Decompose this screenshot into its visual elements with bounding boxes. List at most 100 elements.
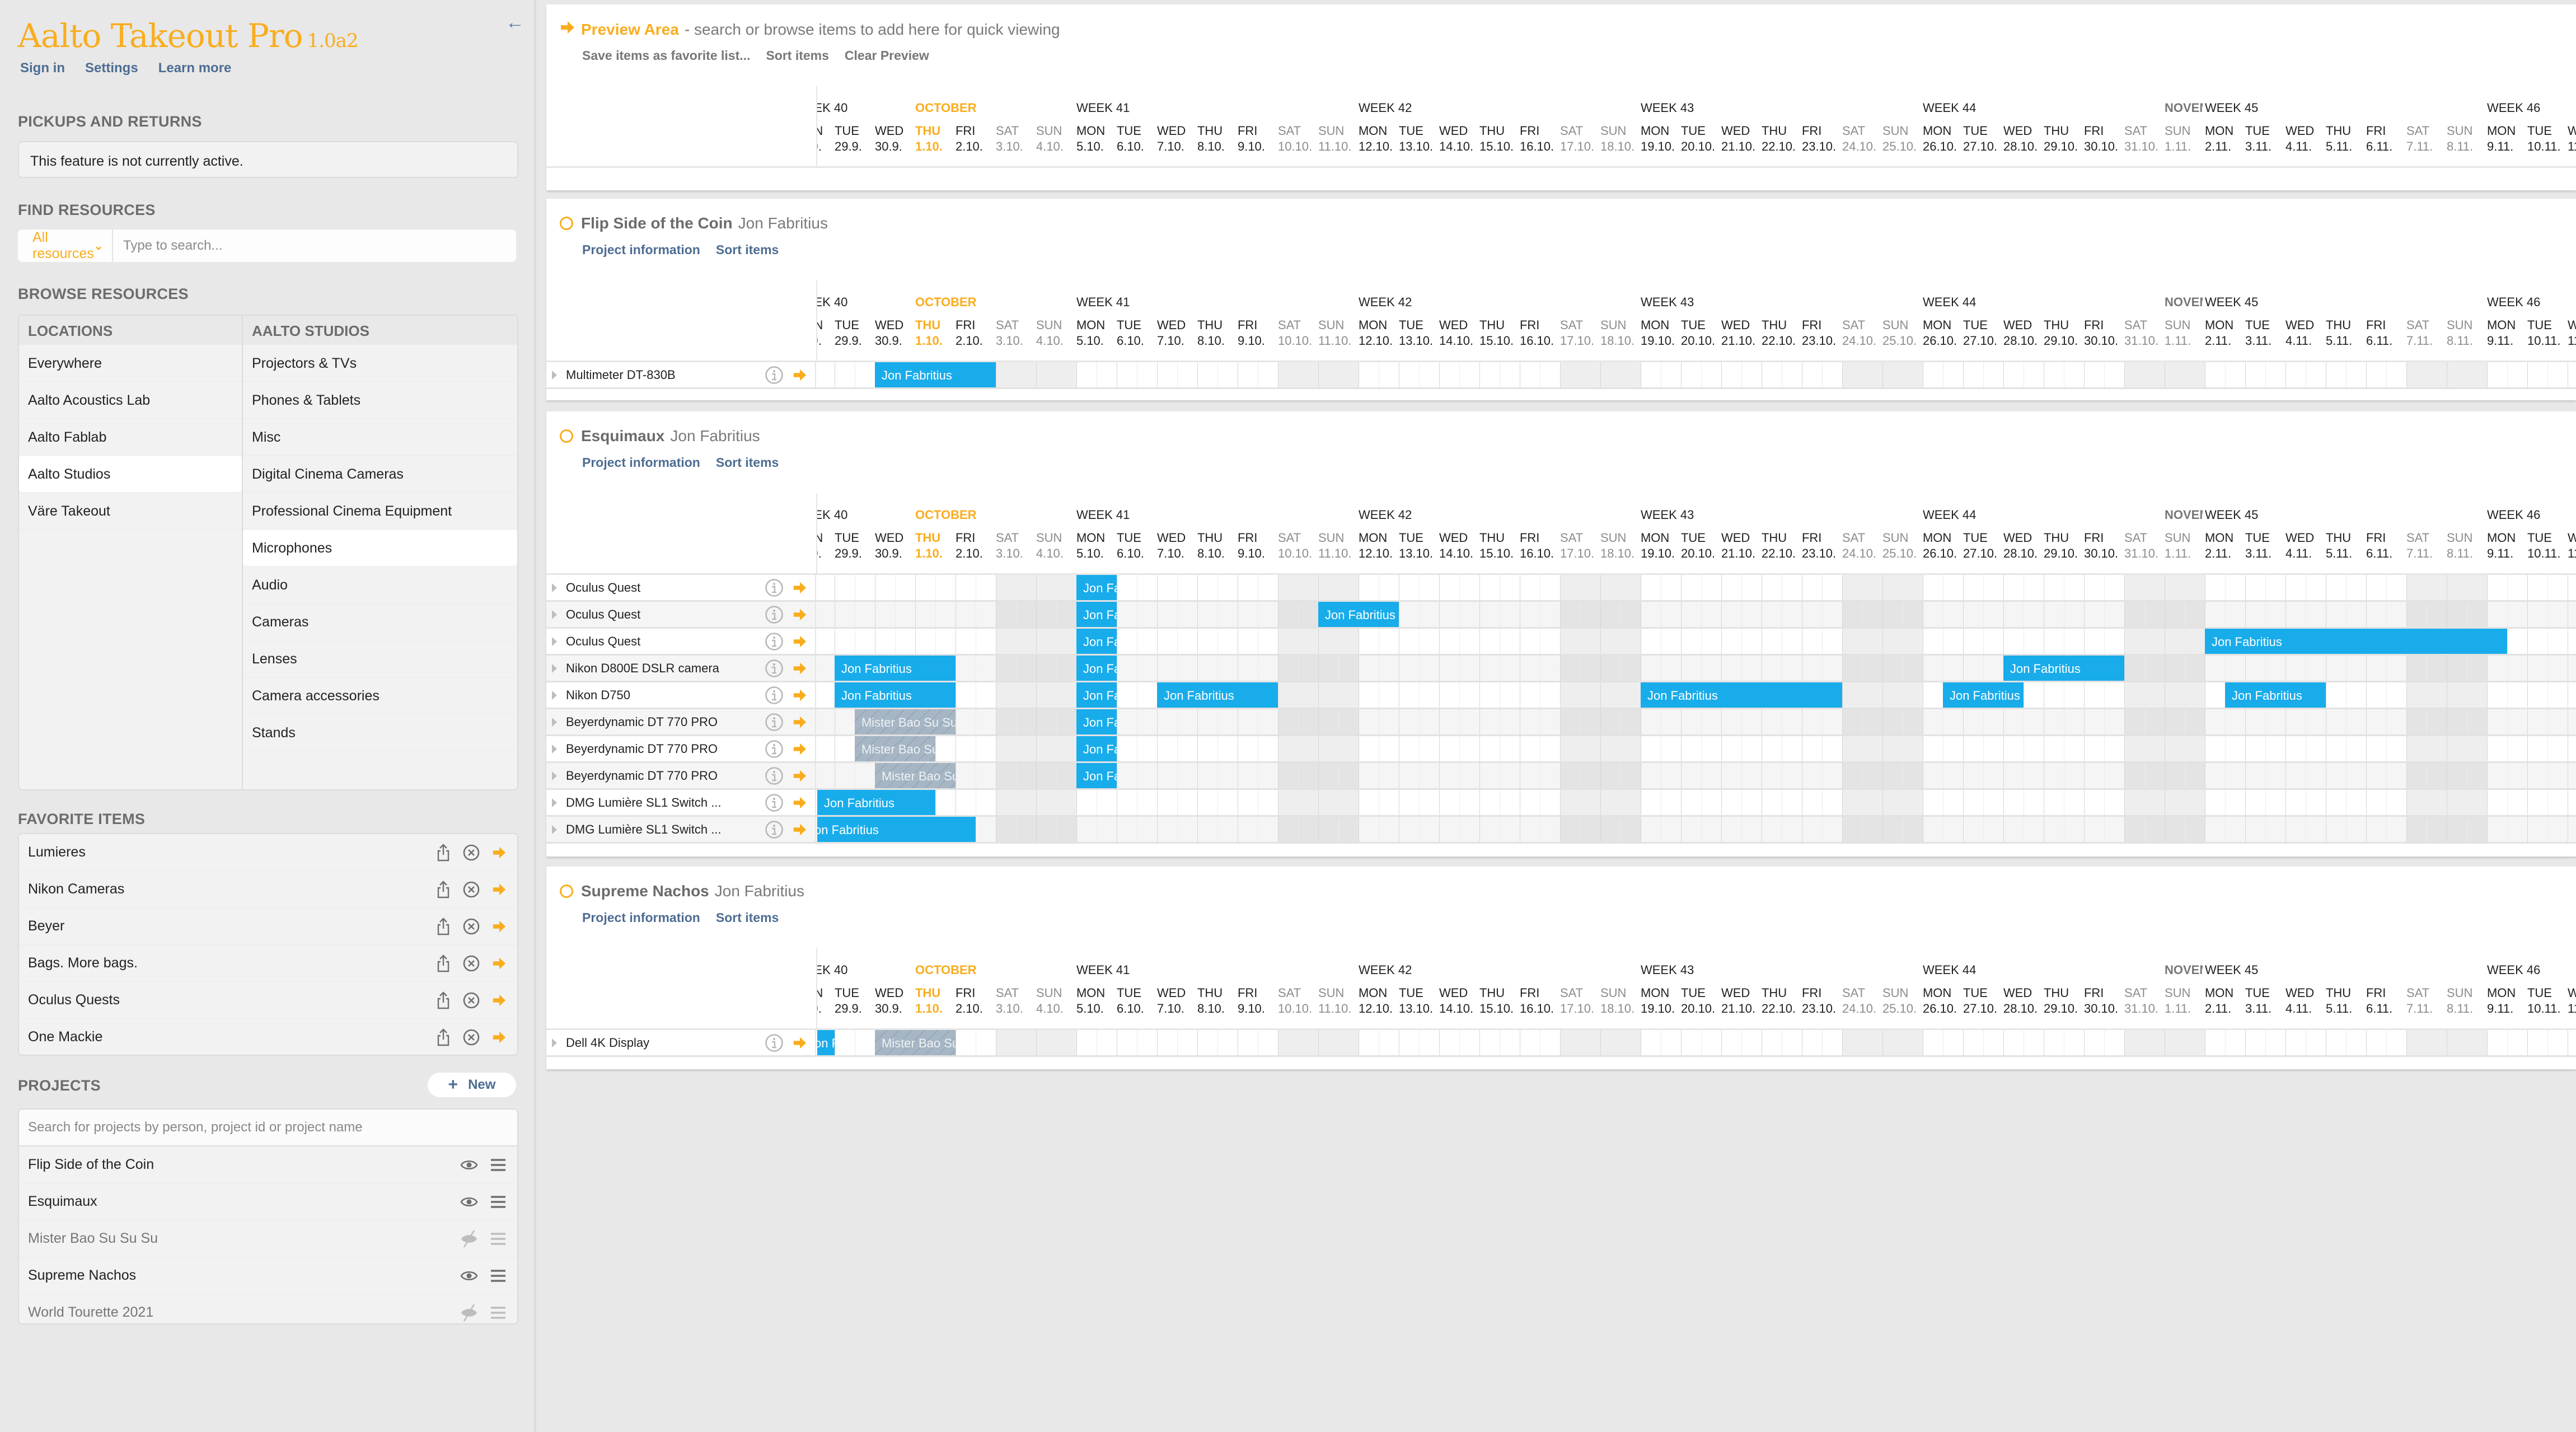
grid-cell[interactable] — [1781, 709, 1802, 734]
grid-cell[interactable] — [1136, 736, 1157, 761]
grid-cell[interactable] — [1257, 1030, 1278, 1055]
grid-cell[interactable] — [1418, 682, 1439, 708]
grid-cell[interactable] — [995, 575, 1016, 600]
grid-cell[interactable] — [1257, 575, 1278, 600]
grid-cell[interactable] — [2345, 790, 2366, 815]
grid-cell[interactable] — [1076, 817, 1097, 842]
grid-cell[interactable] — [2043, 575, 2064, 600]
booking-bar[interactable]: Jon Fabritius — [1076, 709, 1117, 734]
grid-cell[interactable] — [1217, 709, 1238, 734]
grid-cell[interactable] — [1761, 629, 1782, 654]
grid-cell[interactable] — [1156, 736, 1177, 761]
grid-cell[interactable] — [1499, 817, 1520, 842]
status-circle-icon[interactable] — [560, 217, 573, 230]
grid-cell[interactable] — [1237, 362, 1258, 387]
favorite-item-name[interactable]: One Mackie — [28, 1029, 425, 1045]
grid-cell[interactable] — [1217, 1030, 1238, 1055]
grid-cell[interactable] — [1136, 656, 1157, 681]
grid-cell[interactable] — [2305, 763, 2326, 788]
expand-triangle-icon[interactable] — [552, 744, 557, 754]
grid-cell[interactable] — [2063, 1030, 2084, 1055]
timeline-row-grid[interactable]: Jon FabritiusMister Bao Su Su Su — [817, 1030, 2576, 1055]
grid-cell[interactable] — [2386, 656, 2406, 681]
grid-cell[interactable] — [1277, 763, 1298, 788]
grid-cell[interactable] — [1136, 602, 1157, 627]
grid-cell[interactable] — [1600, 362, 1620, 387]
grid-cell[interactable] — [1600, 736, 1620, 761]
grid-cell[interactable] — [2245, 763, 2265, 788]
timeline-row-grid[interactable]: Jon FabritiusJon FabritiusJon Fabritius — [817, 656, 2576, 681]
grid-cell[interactable] — [955, 709, 976, 734]
grid-cell[interactable] — [1781, 1030, 1802, 1055]
expand-triangle-icon[interactable] — [552, 637, 557, 646]
grid-cell[interactable] — [975, 575, 996, 600]
grid-cell[interactable] — [834, 763, 855, 788]
grid-cell[interactable] — [1479, 1030, 1500, 1055]
grid-cell[interactable] — [1902, 763, 1923, 788]
grid-cell[interactable] — [1398, 736, 1419, 761]
grid-cell[interactable] — [1882, 602, 1903, 627]
grid-cell[interactable] — [817, 362, 835, 387]
grid-cell[interactable] — [1156, 763, 1177, 788]
grid-cell[interactable] — [1116, 763, 1137, 788]
grid-cell[interactable] — [2426, 763, 2447, 788]
grid-cell[interactable] — [1983, 763, 2003, 788]
grid-cell[interactable] — [1680, 790, 1701, 815]
grid-cell[interactable] — [2184, 763, 2205, 788]
grid-cell[interactable] — [1056, 1030, 1076, 1055]
status-circle-icon[interactable] — [560, 429, 573, 443]
grid-cell[interactable] — [1418, 629, 1439, 654]
grid-cell[interactable] — [2083, 790, 2104, 815]
grid-cell[interactable] — [1499, 1030, 1520, 1055]
grid-cell[interactable] — [1378, 362, 1399, 387]
grid-cell[interactable] — [1338, 790, 1359, 815]
grid-cell[interactable] — [2527, 736, 2547, 761]
menu-icon[interactable] — [487, 1302, 509, 1324]
grid-cell[interactable] — [1177, 763, 1197, 788]
grid-cell[interactable] — [2325, 736, 2346, 761]
grid-cell[interactable] — [1741, 790, 1762, 815]
grid-cell[interactable] — [1660, 575, 1681, 600]
grid-cell[interactable] — [817, 763, 835, 788]
grid-cell[interactable] — [1680, 656, 1701, 681]
grid-cell[interactable] — [1277, 656, 1298, 681]
grid-cell[interactable] — [1177, 575, 1197, 600]
grid-cell[interactable] — [1942, 817, 1963, 842]
grid-cell[interactable] — [2486, 602, 2507, 627]
category-item-microphones[interactable]: Microphones — [243, 530, 517, 567]
grid-cell[interactable] — [2224, 362, 2245, 387]
grid-cell[interactable] — [1298, 682, 1318, 708]
grid-cell[interactable] — [1036, 1030, 1056, 1055]
grid-cell[interactable] — [1298, 629, 1318, 654]
grid-cell[interactable] — [2547, 362, 2568, 387]
grid-cell[interactable] — [2043, 790, 2064, 815]
grid-cell[interactable] — [1842, 602, 1862, 627]
grid-cell[interactable] — [1761, 709, 1782, 734]
grid-cell[interactable] — [2224, 709, 2245, 734]
grid-cell[interactable] — [995, 790, 1016, 815]
grid-cell[interactable] — [1439, 656, 1459, 681]
grid-cell[interactable] — [1963, 656, 1983, 681]
grid-cell[interactable] — [2486, 709, 2507, 734]
grid-cell[interactable] — [1479, 736, 1500, 761]
grid-cell[interactable] — [1821, 362, 1842, 387]
grid-cell[interactable] — [1217, 763, 1238, 788]
grid-cell[interactable] — [975, 629, 996, 654]
grid-cell[interactable] — [1136, 682, 1157, 708]
grid-cell[interactable] — [2305, 1030, 2326, 1055]
grid-cell[interactable] — [1842, 682, 1862, 708]
grid-cell[interactable] — [995, 817, 1016, 842]
arrow-right-icon[interactable] — [791, 606, 808, 623]
grid-cell[interactable] — [1660, 362, 1681, 387]
grid-cell[interactable] — [1499, 736, 1520, 761]
grid-cell[interactable] — [1801, 709, 1822, 734]
grid-cell[interactable] — [935, 629, 956, 654]
grid-cell[interactable] — [1539, 763, 1560, 788]
grid-cell[interactable] — [2124, 682, 2144, 708]
grid-cell[interactable] — [1580, 575, 1600, 600]
grid-cell[interactable] — [2083, 629, 2104, 654]
resource-filter-select[interactable]: All resources ⌄ — [18, 230, 113, 262]
grid-cell[interactable] — [2184, 709, 2205, 734]
grid-cell[interactable] — [1056, 362, 1076, 387]
grid-cell[interactable] — [1862, 763, 1882, 788]
